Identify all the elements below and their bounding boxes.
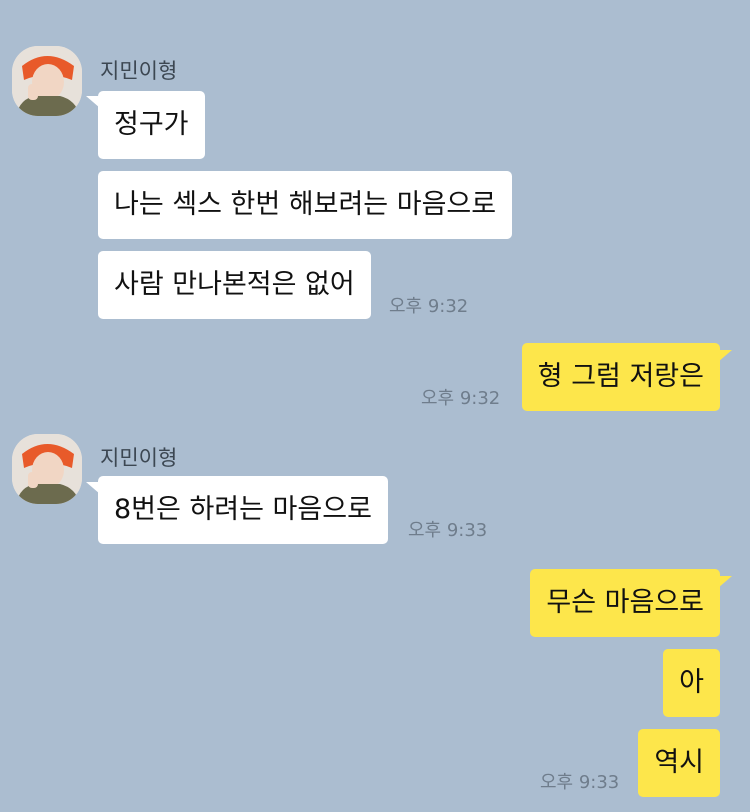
message-bubble-outgoing[interactable]: 형 그럼 저랑은 [521,343,720,411]
bubble-tail [718,576,732,588]
message-bubble-outgoing[interactable]: 아 [663,649,720,717]
message-time: 오후 9:32 [421,388,501,409]
avatar[interactable] [12,434,82,504]
bubble-tail [718,350,732,362]
sender-name: 지민이형 [100,59,178,83]
message-time: 오후 9:33 [408,520,488,541]
message-bubble-outgoing[interactable]: 역시 [638,729,720,797]
message-bubble[interactable]: 나는 섹스 한번 해보려는 마음으로 [98,171,513,239]
avatar[interactable] [12,46,82,116]
sender-name: 지민이형 [100,446,178,470]
message-time: 오후 9:32 [389,296,469,317]
message-bubble[interactable]: 사람 만나본적은 없어 [98,251,371,319]
message-time: 오후 9:33 [540,772,620,793]
message-bubble[interactable]: 8번은 하려는 마음으로 [98,476,388,544]
avatar-image [12,434,82,504]
message-bubble[interactable]: 정구가 [98,91,205,159]
avatar-image [12,46,82,116]
message-bubble-outgoing[interactable]: 무슨 마음으로 [530,569,720,637]
